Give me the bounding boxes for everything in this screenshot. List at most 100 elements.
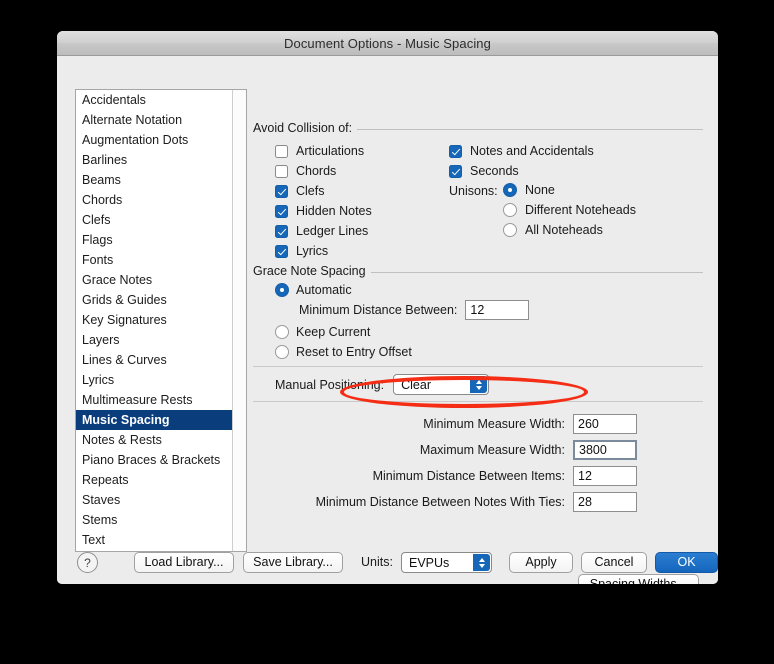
chevron-updown-icon[interactable] [473,554,490,571]
avoid-collision-checkbox-row[interactable]: Articulations [275,141,425,161]
checkbox-clefs[interactable] [275,185,288,198]
measure-field-row: Maximum Measure Width: [253,437,703,463]
dialog-body: AccidentalsAlternate NotationAugmentatio… [57,56,718,584]
checkbox-chords[interactable] [275,165,288,178]
grace-automatic-radio[interactable] [275,283,289,297]
separator-line [253,366,703,367]
measure-field-label: Maximum Measure Width: [420,443,565,457]
unisons-option-row[interactable]: All Noteheads [503,220,703,240]
grace-keep-current-label: Keep Current [296,325,370,339]
dialog-title: Document Options - Music Spacing [284,36,491,51]
sidebar-item-grace-notes[interactable]: Grace Notes [76,270,233,290]
unisons-option-row[interactable]: None [503,180,703,200]
manual-positioning-row: Manual Positioning: Clear [275,374,489,395]
units-label: Units: [361,555,393,569]
sidebar-item-repeats[interactable]: Repeats [76,470,233,490]
avoid-collision-left-checkboxes: ArticulationsChords Clefs Hidden Notes Ledg… [275,141,425,261]
sidebar-item-clefs[interactable]: Clefs [76,210,233,230]
sidebar-item-fonts[interactable]: Fonts [76,250,233,270]
checkbox-articulations[interactable] [275,145,288,158]
sidebar-item-lines-curves[interactable]: Lines & Curves [76,350,233,370]
sidebar-item-notes-rests[interactable]: Notes & Rests [76,430,233,450]
checkbox-lyrics[interactable] [275,245,288,258]
unisons-option-row[interactable]: Different Noteheads [503,200,703,220]
sidebar-item-multimeasure-rests[interactable]: Multimeasure Rests [76,390,233,410]
measure-field-label: Minimum Distance Between Notes With Ties… [316,495,565,509]
options-panel: Avoid Collision of: ArticulationsChords C… [253,80,703,580]
screenshot-root: Document Options - Music Spacing Acciden… [0,0,774,664]
grace-reset-entry-offset-radio-row[interactable]: Reset to Entry Offset [275,345,412,359]
separator-line [253,401,703,402]
checkbox-notes-and-accidentals[interactable] [449,145,462,158]
grace-automatic-label: Automatic [296,283,352,297]
document-options-dialog: Document Options - Music Spacing Acciden… [57,31,718,584]
measure-field-row: Minimum Distance Between Items: [253,463,703,489]
checkbox-hidden-notes[interactable] [275,205,288,218]
grace-min-distance-label: Minimum Distance Between: [299,303,457,317]
grace-min-distance-input[interactable] [465,300,529,320]
category-listbox[interactable]: AccidentalsAlternate NotationAugmentatio… [75,89,247,552]
avoid-collision-checkbox-row[interactable]: Hidden Notes [275,201,425,221]
radio-all-noteheads[interactable] [503,223,517,237]
load-library-button[interactable]: Load Library... [134,552,234,573]
checkbox-label: Lyrics [296,244,328,258]
sidebar-item-layers[interactable]: Layers [76,330,233,350]
help-icon[interactable]: ? [77,552,98,573]
measure-field-input[interactable] [573,466,637,486]
grace-keep-current-radio[interactable] [275,325,289,339]
units-dropdown[interactable]: EVPUs [401,552,492,573]
grace-keep-current-radio-row[interactable]: Keep Current [275,325,370,339]
measure-field-input[interactable] [573,414,637,434]
sidebar-item-beams[interactable]: Beams [76,170,233,190]
apply-button[interactable]: Apply [509,552,573,573]
checkbox-ledger-lines[interactable] [275,225,288,238]
radio-different-noteheads[interactable] [503,203,517,217]
manual-positioning-dropdown[interactable]: Clear [393,374,489,395]
category-list[interactable]: AccidentalsAlternate NotationAugmentatio… [76,90,233,551]
save-library-button[interactable]: Save Library... [243,552,343,573]
dialog-titlebar[interactable]: Document Options - Music Spacing [57,31,718,56]
avoid-collision-checkbox-row[interactable]: Notes and Accidentals [449,141,679,161]
avoid-collision-checkbox-row[interactable]: Chords [275,161,425,181]
sidebar-item-lyrics[interactable]: Lyrics [76,370,233,390]
sidebar-item-staves[interactable]: Staves [76,490,233,510]
sidebar-item-accidentals[interactable]: Accidentals [76,90,233,110]
sidebar-item-stems[interactable]: Stems [76,510,233,530]
avoid-collision-checkbox-row[interactable]: Seconds [449,161,679,181]
sidebar-item-alternate-notation[interactable]: Alternate Notation [76,110,233,130]
manual-positioning-label: Manual Positioning: [275,378,384,392]
grace-automatic-radio-row[interactable]: Automatic [275,283,352,297]
sidebar-item-flags[interactable]: Flags [76,230,233,250]
ok-button[interactable]: OK [655,552,718,573]
sidebar-item-barlines[interactable]: Barlines [76,150,233,170]
category-list-scrollbar[interactable] [232,90,246,551]
group-rule [371,272,703,273]
checkbox-seconds[interactable] [449,165,462,178]
grace-note-spacing-label: Grace Note Spacing [253,264,366,278]
checkbox-label: Clefs [296,184,324,198]
measure-field-input[interactable] [573,492,637,512]
sidebar-item-augmentation-dots[interactable]: Augmentation Dots [76,130,233,150]
sidebar-item-piano-braces-brackets[interactable]: Piano Braces & Brackets [76,450,233,470]
checkbox-label: Seconds [470,164,519,178]
sidebar-item-chords[interactable]: Chords [76,190,233,210]
avoid-collision-checkbox-row[interactable]: Lyrics [275,241,425,261]
radio-none[interactable] [503,183,517,197]
sidebar-item-grids-guides[interactable]: Grids & Guides [76,290,233,310]
sidebar-item-key-signatures[interactable]: Key Signatures [76,310,233,330]
avoid-collision-right-checkboxes: Notes and Accidentals Seconds [449,141,679,181]
measure-field-input[interactable] [573,440,637,460]
measure-field-row: Minimum Distance Between Notes With Ties… [253,489,703,515]
measure-field-row: Minimum Measure Width: [253,411,703,437]
dialog-footer: ? Load Library... Save Library... Units:… [57,540,718,584]
grace-min-distance-row: Minimum Distance Between: [299,300,529,320]
sidebar-item-music-spacing[interactable]: Music Spacing [76,410,233,430]
chevron-updown-icon[interactable] [470,376,487,393]
avoid-collision-checkbox-row[interactable]: Clefs [275,181,425,201]
cancel-button[interactable]: Cancel [581,552,647,573]
avoid-collision-checkbox-row[interactable]: Ledger Lines [275,221,425,241]
checkbox-label: Hidden Notes [296,204,372,218]
grace-reset-entry-offset-radio[interactable] [275,345,289,359]
grace-reset-entry-offset-label: Reset to Entry Offset [296,345,412,359]
avoid-collision-group-header: Avoid Collision of: [253,121,703,135]
